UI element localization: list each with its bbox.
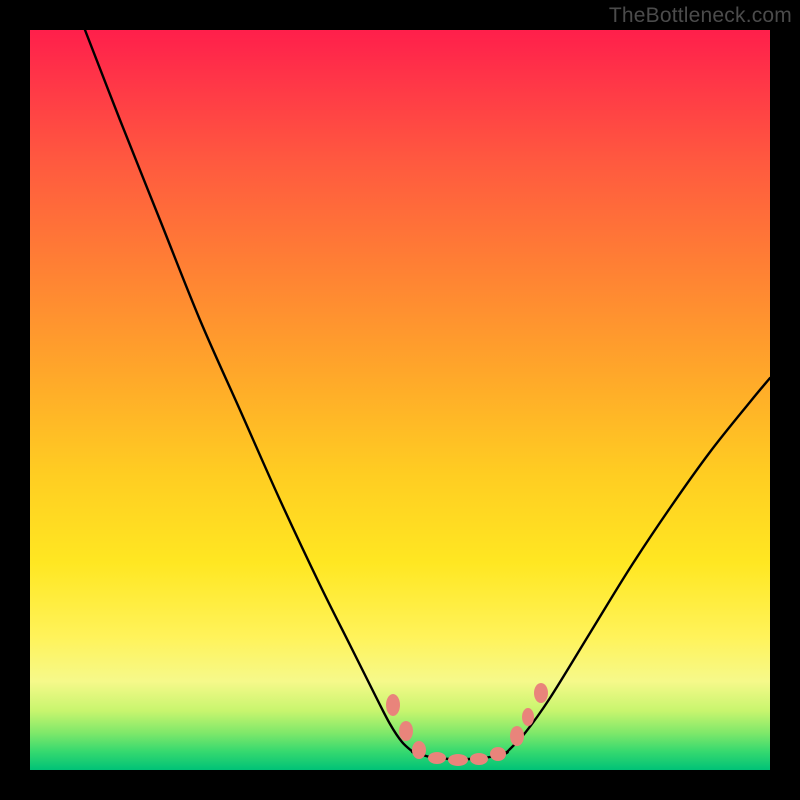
plateau-marker (534, 683, 548, 703)
plateau-marker (510, 726, 524, 746)
plot-area (30, 30, 770, 770)
plateau-marker (412, 741, 426, 759)
plateau-marker (490, 747, 506, 761)
outer-frame: TheBottleneck.com (0, 0, 800, 800)
plateau-marker (448, 754, 468, 766)
plateau-marker (522, 708, 534, 726)
curve-layer (30, 30, 770, 770)
plateau-marker-group (386, 683, 548, 766)
plateau-marker (428, 752, 446, 764)
plateau-marker (399, 721, 413, 741)
watermark-text: TheBottleneck.com (609, 4, 792, 28)
plateau-marker (386, 694, 400, 716)
plateau-marker (470, 753, 488, 765)
bottleneck-curve (85, 30, 770, 759)
